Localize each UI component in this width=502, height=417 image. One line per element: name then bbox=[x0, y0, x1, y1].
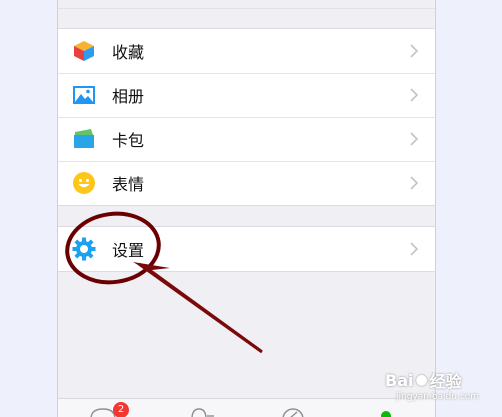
chevron-right-icon bbox=[410, 132, 419, 146]
watermark-logo: Bai ● 经验 bbox=[385, 368, 462, 392]
menu-item-label: 表情 bbox=[112, 175, 145, 194]
menu-item-card-wallet[interactable]: 卡包 bbox=[58, 117, 435, 161]
chevron-right-icon bbox=[410, 88, 419, 102]
contacts-icon[interactable] bbox=[188, 407, 218, 417]
menu-group-main: 收藏 相册 卡包 表情 bbox=[58, 28, 435, 206]
menu-item-label: 收藏 bbox=[112, 43, 145, 62]
watermark-url: jingyan.baidu.com bbox=[396, 392, 480, 402]
paw-icon: ● bbox=[415, 372, 428, 388]
settings-gear-icon bbox=[72, 237, 96, 261]
menu-item-label: 卡包 bbox=[112, 131, 145, 150]
phone-screen: 收藏 相册 卡包 表情 设置 2 bbox=[57, 0, 436, 417]
watermark-brand: Bai bbox=[385, 370, 414, 390]
unread-badge: 2 bbox=[113, 402, 129, 417]
chevron-right-icon bbox=[410, 44, 419, 58]
album-icon bbox=[72, 83, 96, 107]
sticker-icon bbox=[72, 171, 96, 195]
discover-icon[interactable] bbox=[280, 407, 306, 417]
watermark-brand-suffix: 经验 bbox=[429, 372, 462, 391]
favorites-icon bbox=[72, 39, 96, 63]
bottom-tab-bar: 2 bbox=[58, 398, 435, 417]
menu-group-settings: 设置 bbox=[58, 226, 435, 272]
me-icon[interactable] bbox=[378, 407, 394, 417]
menu-item-label: 相册 bbox=[112, 87, 145, 106]
menu-item-favorites[interactable]: 收藏 bbox=[58, 29, 435, 73]
menu-item-album[interactable]: 相册 bbox=[58, 73, 435, 117]
menu-item-stickers[interactable]: 表情 bbox=[58, 161, 435, 205]
top-gap bbox=[58, 0, 435, 9]
menu-item-settings[interactable]: 设置 bbox=[58, 227, 435, 271]
chevron-right-icon bbox=[410, 242, 419, 256]
chevron-right-icon bbox=[410, 176, 419, 190]
card-wallet-icon bbox=[72, 127, 96, 151]
menu-item-label: 设置 bbox=[112, 241, 145, 260]
